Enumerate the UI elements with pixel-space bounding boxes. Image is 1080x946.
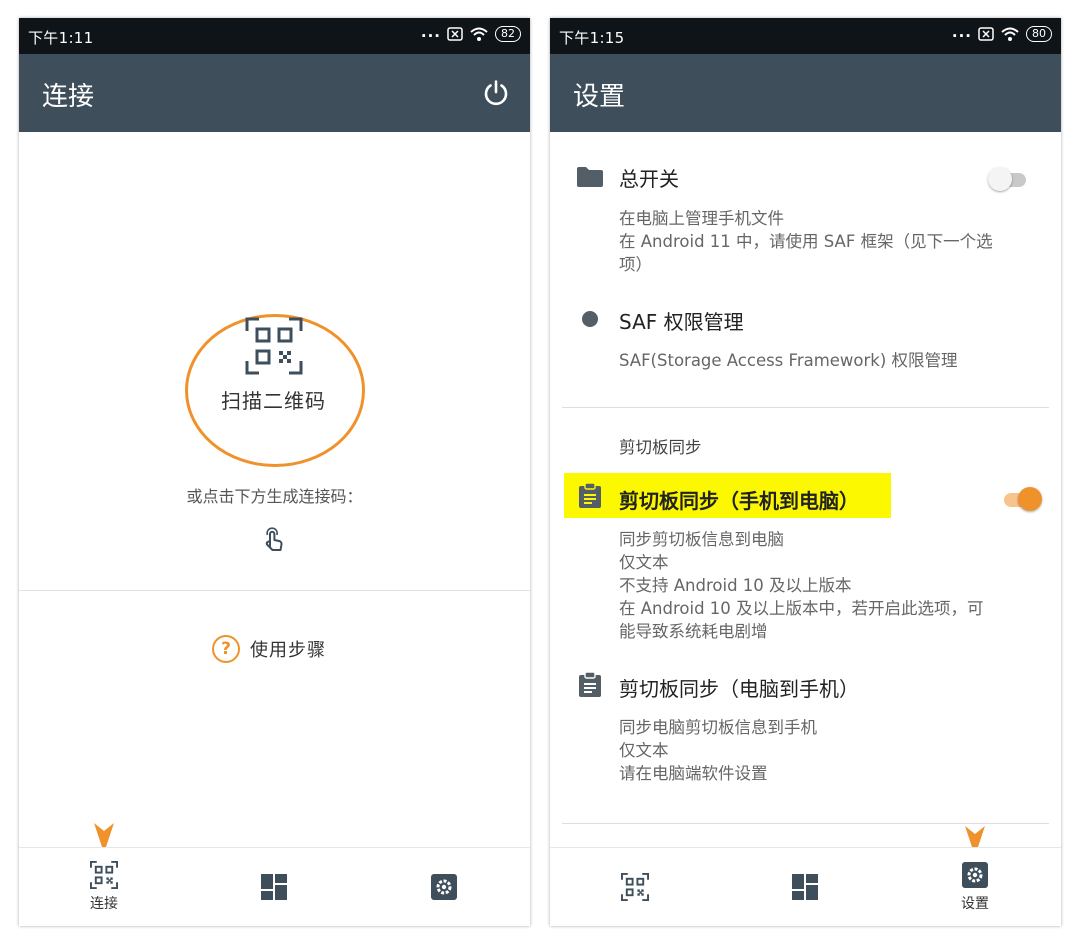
settings-icon	[431, 874, 457, 900]
bottom-nav: 连接	[19, 847, 530, 926]
category-clipboard-sync: 剪切板同步	[619, 438, 702, 457]
battery-level: 82	[495, 26, 521, 42]
summary-line: 在 Android 11 中，请使用 SAF 框架（见下一个选	[619, 232, 993, 251]
phone-screen-settings: 下午1:15 ... 80 设置 总开关 在电脑上管理手机文件 在 Androi…	[550, 18, 1061, 926]
status-bar: 下午1:15 ... 80	[550, 18, 1061, 54]
scan-qr-button[interactable]: 扫描二维码	[201, 317, 346, 441]
summary-line: 同步剪切板信息到电脑	[619, 530, 784, 549]
divider	[19, 590, 530, 591]
wifi-icon	[1001, 27, 1019, 41]
phone-screen-connect: 下午1:11 ... 82 连接 扫描二维码 或点击下方生成连接码： ? 使用步…	[19, 18, 530, 926]
summary-line: 请在电脑端软件设置	[619, 764, 768, 783]
wifi-icon	[470, 27, 488, 41]
help-icon: ?	[212, 635, 240, 663]
nav-dashboard[interactable]	[219, 848, 329, 926]
dashboard-icon	[792, 874, 818, 900]
summary-line: 能导致系统耗电剧增	[619, 622, 768, 641]
status-time: 下午1:15	[559, 29, 625, 47]
nav-connect[interactable]: 连接	[49, 848, 159, 926]
sim-off-icon	[447, 27, 463, 41]
summary-line: 仅文本	[619, 741, 669, 760]
nav-settings-label: 设置	[961, 896, 989, 912]
qr-scan-icon	[90, 861, 118, 889]
divider	[562, 407, 1049, 408]
qr-scan-icon	[245, 317, 302, 375]
summary-line: 不支持 Android 10 及以上版本	[619, 576, 852, 595]
status-icons: ... 80	[951, 23, 1052, 42]
master-switch[interactable]	[988, 164, 1030, 194]
bottom-nav: 设置	[550, 847, 1061, 926]
dashboard-icon	[261, 874, 287, 900]
folder-icon	[577, 167, 603, 187]
clipboard-icon	[579, 672, 601, 697]
more-dots: ...	[951, 23, 972, 41]
summary-line: 在电脑上管理手机文件	[619, 209, 784, 228]
status-time: 下午1:11	[28, 29, 94, 47]
pref-clip-to-pc-summary: 同步剪切板信息到电脑 仅文本 不支持 Android 10 及以上版本 在 An…	[619, 528, 984, 643]
status-bar: 下午1:11 ... 82	[19, 18, 530, 54]
touch-icon[interactable]	[262, 526, 286, 554]
app-bar: 设置	[550, 54, 1061, 132]
pref-clip-to-phone-title: 剪切板同步（电脑到手机）	[619, 677, 859, 701]
battery-level: 80	[1026, 26, 1052, 42]
nav-settings[interactable]: 设置	[920, 848, 1030, 926]
summary-line: 项）	[619, 255, 652, 274]
pref-saf-summary: SAF(Storage Access Framework) 权限管理	[619, 351, 958, 370]
page-title: 连接	[42, 82, 95, 112]
dot-icon	[582, 311, 598, 327]
status-icons: ... 82	[420, 23, 521, 42]
clip-to-pc-switch[interactable]	[1000, 484, 1042, 514]
nav-connect[interactable]	[580, 848, 690, 926]
settings-icon	[962, 862, 988, 888]
generate-code-hint: 或点击下方生成连接码：	[186, 487, 363, 506]
nav-settings[interactable]	[389, 848, 499, 926]
scan-qr-label: 扫描二维码	[221, 389, 326, 413]
summary-line: 同步电脑剪切板信息到手机	[619, 718, 817, 737]
switch-thumb	[1018, 487, 1042, 511]
usage-steps-link[interactable]: ? 使用步骤	[212, 635, 326, 663]
qr-scan-icon	[621, 873, 649, 901]
pref-master-summary: 在电脑上管理手机文件 在 Android 11 中，请使用 SAF 框架（见下一…	[619, 207, 993, 276]
page-title: 设置	[573, 82, 626, 112]
pref-clip-to-phone-summary: 同步电脑剪切板信息到手机 仅文本 请在电脑端软件设置	[619, 716, 817, 785]
nav-connect-label: 连接	[90, 896, 118, 912]
summary-line: 仅文本	[619, 553, 669, 572]
pref-clip-to-pc-title: 剪切板同步（手机到电脑）	[619, 489, 859, 513]
clipboard-icon	[579, 483, 601, 508]
switch-thumb	[988, 167, 1012, 191]
app-bar: 连接	[19, 54, 530, 132]
pref-master-title: 总开关	[619, 167, 679, 191]
sim-off-icon	[978, 27, 994, 41]
pref-saf-title: SAF 权限管理	[619, 310, 744, 334]
summary-line: 在 Android 10 及以上版本中，若开启此选项，可	[619, 599, 984, 618]
more-dots: ...	[420, 23, 441, 41]
nav-dashboard[interactable]	[750, 848, 860, 926]
usage-steps-label: 使用步骤	[250, 640, 326, 661]
power-icon[interactable]	[482, 79, 510, 107]
